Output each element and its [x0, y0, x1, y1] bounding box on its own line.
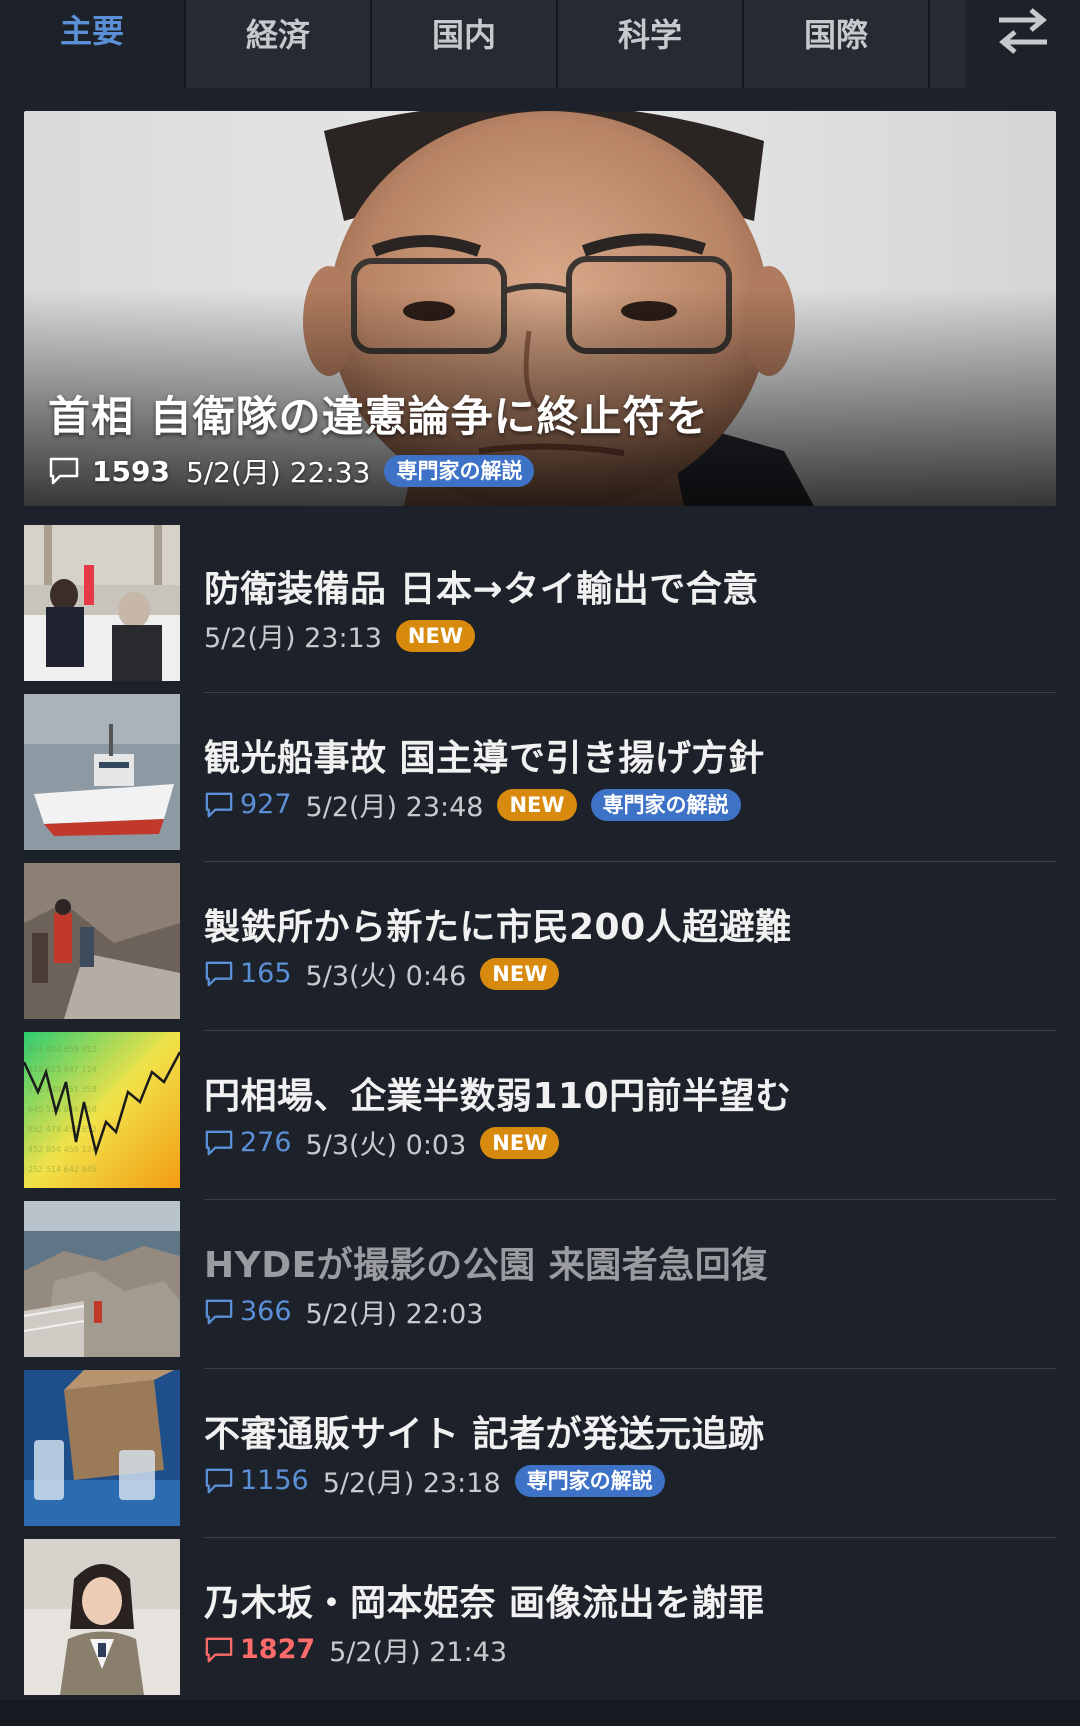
article-title: 乃木坂・岡本姫奈 画像流出を謝罪 [204, 1583, 765, 1624]
tab-economy[interactable]: 経済 [186, 0, 372, 88]
list-item[interactable]: 製鉄所から新たに市民200人超避難 165 5/3(火) 0:46 NEW [24, 862, 1056, 1031]
article-meta: 276 5/3(火) 0:03 NEW [204, 1123, 560, 1162]
comment-icon-hot [204, 1636, 234, 1664]
comment-icon [48, 456, 80, 486]
new-badge: NEW [480, 957, 560, 990]
hero-meta: 1593 5/2(月) 22:33 専門家の解説 [48, 451, 535, 491]
hero-title: 首相 自衛隊の違憲論争に終止符を [48, 392, 709, 441]
article-title: 観光船事故 国主導で引き揚げ方針 [204, 738, 765, 779]
list-item[interactable]: 852 844 659 252 418 553 847 114 256 849 … [24, 1031, 1056, 1200]
new-badge: NEW [395, 619, 476, 652]
article-thumbnail [24, 1539, 180, 1695]
news-list: 防衛装備品 日本→タイ輸出で合意 5/2(月) 23:13 NEW 観光船事故 … [24, 524, 1056, 1707]
hero-comment-count: 1593 [92, 454, 170, 488]
article-title: 円相場、企業半数弱110円前半望む [204, 1076, 792, 1117]
list-item[interactable]: 乃木坂・岡本姫奈 画像流出を謝罪 1827 5/2(月) 21:43 [24, 1538, 1056, 1707]
expert-commentary-badge: 専門家の解説 [514, 1464, 665, 1497]
swap-arrows-icon[interactable] [990, 0, 1056, 60]
comment-icon [204, 1129, 234, 1157]
article-thumbnail [24, 863, 180, 1019]
article-thumbnail [24, 525, 180, 681]
article-date: 5/2(月) 22:03 [305, 1299, 484, 1330]
comment-count: 276 [240, 1127, 292, 1158]
category-tab-bar: 主要 経済 国内 科学 国際 [0, 0, 1080, 88]
comment-count: 1156 [240, 1465, 309, 1496]
article-thumbnail [24, 1201, 180, 1357]
comment-count: 927 [240, 789, 292, 820]
list-item[interactable]: 防衛装備品 日本→タイ輸出で合意 5/2(月) 23:13 NEW [24, 524, 1056, 693]
article-meta: 165 5/3(火) 0:46 NEW [204, 954, 560, 993]
new-badge: NEW [497, 788, 577, 821]
article-thumbnail [24, 1370, 180, 1526]
article-date: 5/2(月) 21:43 [329, 1637, 508, 1668]
svg-text:452 854 458 124: 452 854 458 124 [28, 1145, 97, 1154]
comment-icon [204, 1467, 234, 1495]
hero-date: 5/2(月) 22:33 [185, 456, 371, 489]
article-date: 5/2(月) 23:48 [305, 792, 484, 823]
article-date: 5/2(月) 23:13 [204, 623, 382, 654]
new-badge: NEW [480, 1126, 560, 1159]
article-title: HYDEが撮影の公園 来園者急回復 [204, 1245, 768, 1286]
article-title: 防衛装備品 日本→タイ輸出で合意 [204, 569, 759, 610]
list-item[interactable]: 観光船事故 国主導で引き揚げ方針 927 5/2(月) 23:48 NEW 専門… [24, 693, 1056, 862]
svg-text:852 844 659 252: 852 844 659 252 [28, 1045, 97, 1054]
article-thumbnail [24, 694, 180, 850]
tab-main[interactable]: 主要 [0, 0, 186, 88]
comment-icon [204, 960, 234, 988]
comment-icon [204, 791, 234, 819]
expert-commentary-badge: 専門家の解説 [590, 788, 741, 821]
svg-text:252 514 642 845: 252 514 642 845 [28, 1165, 97, 1174]
tab-science[interactable]: 科学 [558, 0, 744, 88]
tab-domestic[interactable]: 国内 [372, 0, 558, 88]
article-meta: 366 5/2(月) 22:03 [204, 1292, 483, 1331]
tab-partial[interactable] [930, 0, 966, 88]
list-item[interactable]: 不審通販サイト 記者が発送元追跡 1156 5/2(月) 23:18 専門家の解… [24, 1369, 1056, 1538]
article-date: 5/2(月) 23:18 [322, 1468, 501, 1499]
article-title: 製鉄所から新たに市民200人超避難 [204, 907, 792, 948]
article-title: 不審通販サイト 記者が発送元追跡 [204, 1414, 765, 1455]
expert-commentary-badge: 専門家の解説 [384, 455, 535, 487]
category-tabs: 主要 経済 国内 科学 国際 [0, 0, 966, 88]
article-meta: 1827 5/2(月) 21:43 [204, 1630, 507, 1669]
comment-icon [204, 1298, 234, 1326]
article-date: 5/3(火) 0:03 [305, 1130, 467, 1161]
comment-count: 165 [240, 958, 292, 989]
article-meta: 1156 5/2(月) 23:18 専門家の解説 [204, 1461, 665, 1500]
comment-count: 366 [240, 1296, 292, 1327]
hero-photo [24, 111, 1056, 506]
article-date: 5/3(火) 0:46 [305, 961, 467, 992]
hero-article[interactable]: 首相 自衛隊の違憲論争に終止符を 1593 5/2(月) 22:33 専門家の解… [24, 111, 1056, 506]
svg-text:852 478 455 652: 852 478 455 652 [28, 1125, 97, 1134]
article-meta: 927 5/2(月) 23:48 NEW 専門家の解説 [204, 785, 741, 824]
tab-international[interactable]: 国際 [744, 0, 930, 88]
bottom-edge [0, 1700, 1080, 1726]
list-item[interactable]: HYDEが撮影の公園 来園者急回復 366 5/2(月) 22:03 [24, 1200, 1056, 1369]
comment-count-hot: 1827 [240, 1634, 316, 1665]
article-thumbnail: 852 844 659 252 418 553 847 114 256 849 … [24, 1032, 180, 1188]
svg-text:418 553 847 114: 418 553 847 114 [28, 1065, 97, 1074]
article-meta: 5/2(月) 23:13 NEW [204, 616, 476, 655]
